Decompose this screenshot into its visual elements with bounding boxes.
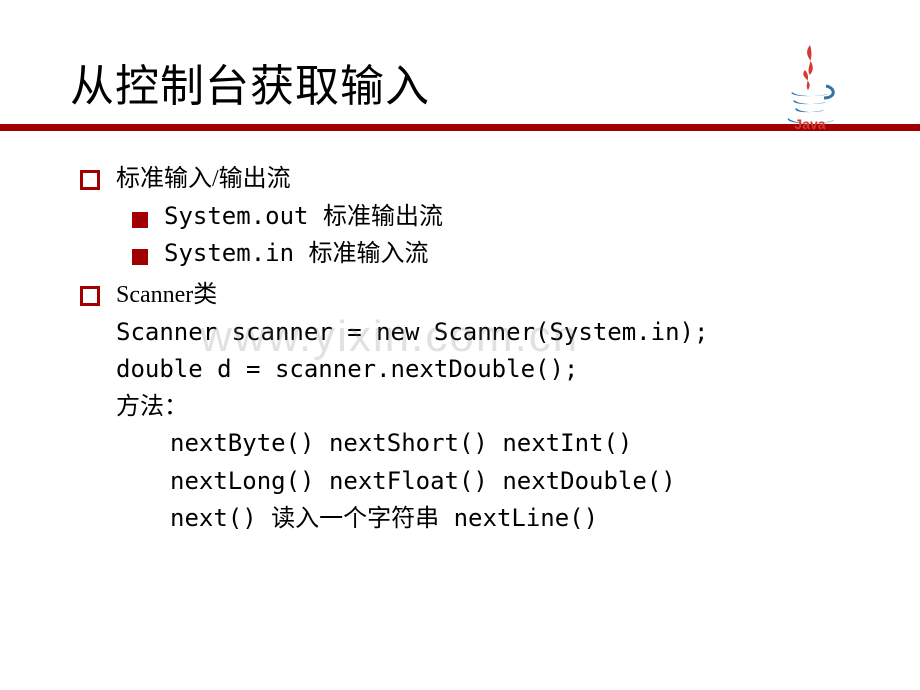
- bullet-text: 标准输入/输出流: [116, 161, 291, 198]
- slide-header: 从控制台获取输入 Java: [70, 50, 850, 131]
- bullet-text: Scanner类: [116, 277, 217, 314]
- bullet-level1: 标准输入/输出流: [80, 161, 850, 198]
- svg-text:Java: Java: [794, 116, 825, 130]
- bullet-level2: System.out 标准输出流: [80, 198, 850, 235]
- bullet-level1: Scanner类: [80, 277, 850, 314]
- square-fill-icon: [132, 212, 148, 228]
- code-line: 方法：: [80, 388, 850, 425]
- code-line: next() 读入一个字符串 nextLine(): [80, 500, 850, 537]
- bullet-text: System.in 标准输入流: [164, 235, 429, 272]
- code-line: Scanner scanner = new Scanner(System.in)…: [80, 314, 850, 351]
- code-line: double d = scanner.nextDouble();: [80, 351, 850, 388]
- slide-content: 标准输入/输出流 System.out 标准输出流 System.in 标准输入…: [70, 161, 850, 537]
- code-line: nextLong() nextFloat() nextDouble(): [80, 463, 850, 500]
- code-line: nextByte() nextShort() nextInt(): [80, 425, 850, 462]
- bullet-text: System.out 标准输出流: [164, 198, 443, 235]
- bullet-level2: System.in 标准输入流: [80, 235, 850, 272]
- square-fill-icon: [132, 249, 148, 265]
- slide-title: 从控制台获取输入: [70, 50, 850, 114]
- java-logo-icon: Java: [780, 40, 840, 130]
- square-outline-icon: [80, 170, 100, 190]
- slide: 从控制台获取输入 Java www.yixin.com.cn 标准输入/输出流 …: [0, 0, 920, 690]
- square-outline-icon: [80, 286, 100, 306]
